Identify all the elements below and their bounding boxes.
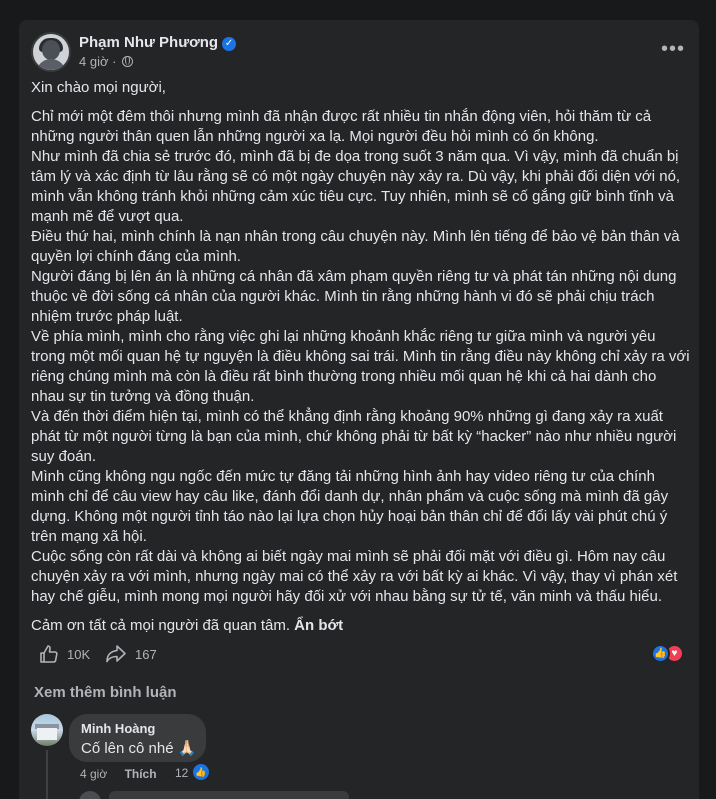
next-commenter-avatar[interactable] bbox=[79, 791, 101, 799]
like-button[interactable]: 10K bbox=[39, 642, 90, 666]
thanks-text: Cảm ơn tất cả mọi người đã quan tâm. bbox=[31, 617, 290, 634]
post-paragraph: Điều thứ hai, mình chính là nạn nhân tro… bbox=[31, 228, 680, 265]
commenter-avatar[interactable] bbox=[31, 714, 63, 746]
post-paragraph: Và đến thời điểm hiện tại, mình có thể k… bbox=[31, 408, 677, 465]
reaction-summary[interactable]: 👍 ♥ bbox=[651, 644, 691, 664]
next-comment-text-placeholder bbox=[109, 791, 349, 799]
post-paragraph: Chỉ mới một đêm thôi nhưng mình đã nhận … bbox=[31, 108, 652, 145]
like-reaction-icon: 👍 bbox=[651, 644, 670, 663]
like-count: 10K bbox=[67, 646, 91, 662]
post-thanks: Cảm ơn tất cả mọi người đã quan tâm. Ẩn … bbox=[31, 616, 691, 636]
share-arrow-icon bbox=[106, 645, 126, 663]
post-paragraph: Cuộc sống còn rất dài và không ai biết n… bbox=[31, 548, 678, 605]
post-body: Xin chào mọi người, Chỉ mới một đêm thôi… bbox=[31, 78, 691, 636]
post-header: Phạm Như Phương ✓ 4 giờ · ••• bbox=[31, 32, 687, 72]
comment-time[interactable]: 4 giờ bbox=[80, 767, 107, 781]
post-greeting: Xin chào mọi người, bbox=[31, 79, 166, 96]
comment-item: Minh Hoàng Cố lên cô nhé 🙏🏻 4 giờ Thích … bbox=[31, 714, 687, 799]
author-name-row: Phạm Như Phương ✓ bbox=[79, 34, 237, 51]
thread-line bbox=[46, 750, 48, 799]
post-paragraph: Người đáng bị lên án là những cá nhân đã… bbox=[31, 268, 677, 325]
post-time[interactable]: 4 giờ bbox=[79, 54, 109, 69]
post-meta: 4 giờ · bbox=[79, 54, 134, 69]
post-paragraph: Mình cũng không ngu ngốc đến mức tự đăng… bbox=[31, 468, 669, 545]
author-avatar[interactable] bbox=[31, 32, 71, 72]
author-name[interactable]: Phạm Như Phương bbox=[79, 34, 218, 51]
next-comment-partial bbox=[79, 791, 379, 799]
comment-bubble: Minh Hoàng Cố lên cô nhé 🙏🏻 bbox=[69, 714, 206, 762]
comment-reaction-count: 12 bbox=[175, 766, 189, 780]
verified-badge-icon: ✓ bbox=[222, 37, 237, 51]
globe-icon bbox=[122, 56, 134, 67]
post-actions: 10K 167 👍 ♥ bbox=[31, 642, 687, 666]
commenter-name[interactable]: Minh Hoàng bbox=[81, 721, 194, 736]
post-paragraph: Về phía mình, mình cho rằng việc ghi lại… bbox=[31, 328, 690, 405]
thumbs-up-icon bbox=[40, 645, 58, 663]
view-more-comments-link[interactable]: Xem thêm bình luận bbox=[34, 684, 177, 701]
time-separator: · bbox=[112, 54, 117, 69]
share-count: 167 bbox=[135, 646, 157, 662]
post-paragraph: Như mình đã chia sẻ trước đó, mình đã bị… bbox=[31, 148, 681, 225]
comment-text: Cố lên cô nhé 🙏🏻 bbox=[81, 740, 197, 757]
comment-meta: 4 giờ Thích bbox=[80, 767, 157, 781]
post-card: Phạm Như Phương ✓ 4 giờ · ••• Xin chào mọ… bbox=[19, 20, 699, 799]
comment-like-button[interactable]: Thích bbox=[125, 767, 157, 781]
see-less-link[interactable]: Ẩn bớt bbox=[294, 617, 343, 634]
comment-like-icon[interactable]: 👍 bbox=[193, 764, 209, 780]
more-options-icon[interactable]: ••• bbox=[659, 38, 687, 66]
share-button[interactable]: 167 bbox=[105, 642, 157, 666]
